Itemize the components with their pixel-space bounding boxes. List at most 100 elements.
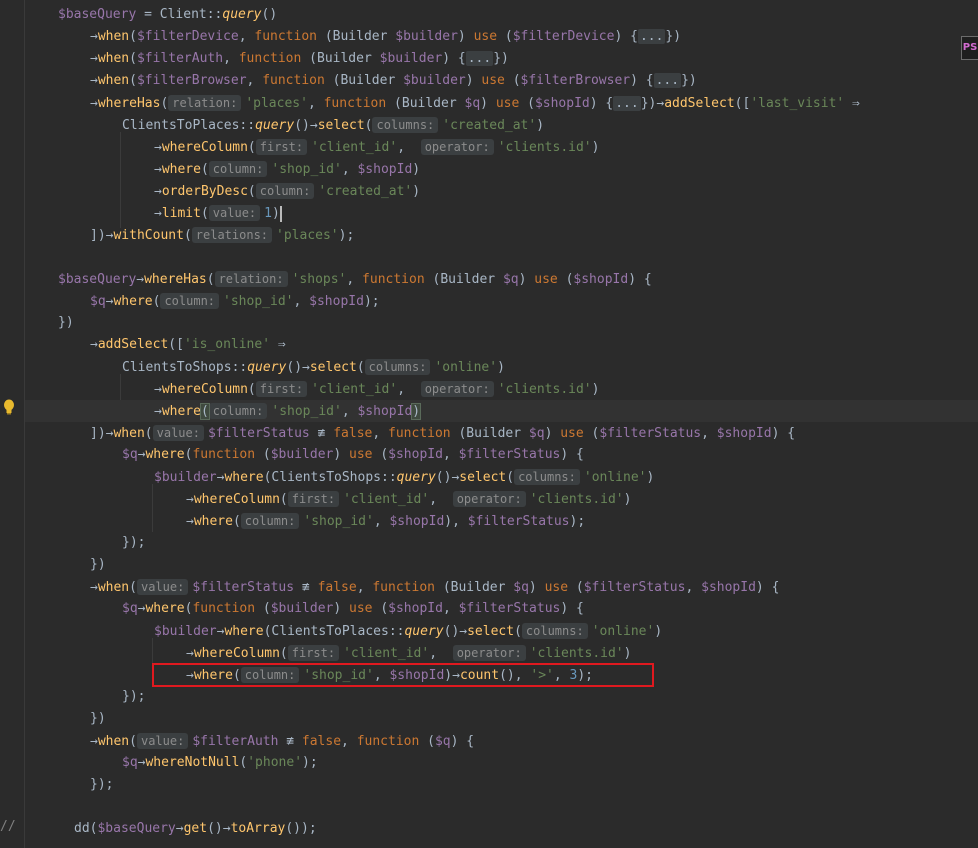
code-line[interactable]: →when($filterBrowser, function (Builder … [25, 70, 978, 92]
code-line[interactable]: $baseQuery = Client::query() [25, 4, 978, 26]
code-line[interactable]: →whereColumn(first:'client_id', operator… [25, 642, 978, 664]
code-line[interactable]: ])→when(value: $filterStatus ≢ false, fun… [25, 422, 978, 444]
code-line[interactable]: }); [25, 686, 978, 708]
code-line[interactable]: →when($filterDevice, function (Builder $… [25, 26, 978, 48]
code-token: $filterStatus [599, 426, 702, 441]
code-token: → [186, 492, 194, 507]
code-token: , [341, 162, 358, 177]
code-token: → [154, 140, 162, 155]
code-token: where [145, 447, 185, 462]
code-line[interactable]: $q→where(function ($builder) use ($shopI… [25, 598, 978, 620]
code-line[interactable]: ClientsToPlaces::query()→select(columns:… [25, 114, 978, 136]
code-token: ClientsToPlaces:: [122, 118, 256, 133]
code-token: (ClientsToPlaces:: [263, 624, 405, 639]
code-token: 'client_id' [343, 492, 430, 507]
code-token: 'clients.id' [529, 492, 624, 507]
code-token: ) [412, 162, 421, 177]
code-line[interactable]: $q→where(function ($builder) use ($shopI… [25, 444, 978, 466]
code-token: select [317, 118, 365, 133]
code-token: ); [338, 228, 355, 243]
code-token: ); [302, 755, 318, 770]
code-token: ( [232, 514, 241, 529]
folded-code[interactable]: ... [465, 51, 494, 66]
code-token: ) [623, 492, 632, 507]
code-token: 'created_at' [442, 118, 537, 133]
code-line[interactable]: →whereHas (relation:'places', function (B… [25, 92, 978, 114]
code-line[interactable]: →whereColumn(first:'client_id', operator… [25, 488, 978, 510]
code-token: , [701, 426, 717, 441]
code-line[interactable]: →where(column:'shop_id', $shopId), $filt… [25, 510, 978, 532]
code-token: → [90, 73, 98, 88]
code-line[interactable]: }); [25, 774, 978, 796]
code-token: false [301, 734, 342, 749]
code-token: ) [480, 96, 496, 111]
code-line[interactable]: →when($filterAuth, function (Builder $bu… [25, 48, 978, 70]
folded-code[interactable]: ... [653, 73, 682, 88]
code-line[interactable]: →where(column:'shop_id', $shopId) [25, 158, 978, 180]
code-line-text: →when($filterAuth, function (Builder $bu… [90, 48, 509, 70]
code-line[interactable]: $builder→where(ClientsToPlaces::query()→… [25, 620, 978, 642]
code-line-text: $q→where(function ($builder) use ($shopI… [122, 444, 584, 466]
code-token: 'created_at' [318, 184, 413, 199]
code-line[interactable]: }); [25, 532, 978, 554]
code-token: → [186, 514, 194, 529]
parameter-hint: value: [136, 733, 189, 749]
code-line[interactable]: →when(value: $filterStatus ≢ false, funct… [25, 576, 978, 598]
code-token: ≢ [294, 580, 318, 595]
code-line-text: →where(column:'shop_id', $shopId), $filt… [186, 510, 585, 533]
code-token: ()→ [294, 118, 318, 133]
code-line[interactable]: →when(value: $filterAuth ≢ false, functio… [25, 730, 978, 752]
code-token: 'client_id' [311, 382, 398, 397]
code-token: ( [380, 447, 389, 462]
code-line[interactable]: →addSelect(['is_online' ⇒ [25, 334, 978, 356]
code-token: }) [681, 73, 697, 88]
code-token: $shopId [388, 447, 443, 462]
code-token: ( [129, 73, 137, 88]
code-line[interactable]: $baseQuery→whereHas(relation:'shops', fu… [25, 268, 978, 290]
code-token: function [323, 96, 395, 111]
code-line-text: dd($baseQuery→get()→toArray()); [74, 818, 317, 840]
parameter-hint: column: [255, 183, 315, 199]
code-line[interactable]: →whereColumn(first:'client_id', operator… [25, 378, 978, 400]
code-line[interactable]: →whereColumn(first:'client_id', operator… [25, 136, 978, 158]
code-token: () [261, 7, 278, 22]
code-token: $shopId [701, 580, 756, 595]
parameter-hint: value: [152, 425, 204, 441]
code-token: ) [271, 206, 280, 221]
code-line[interactable]: →orderByDesc(column:'created_at') [25, 180, 978, 202]
code-line[interactable]: ClientsToShops::query()→select(columns: '… [25, 356, 978, 378]
code-token: ( [356, 360, 365, 375]
code-line[interactable]: dd($baseQuery→get()→toArray()); [25, 818, 978, 840]
code-line[interactable]: ])→withCount(relations:'places'); [25, 224, 978, 246]
folded-code[interactable]: ... [613, 96, 641, 111]
code-line[interactable]: $q→whereNotNull('phone'); [25, 752, 978, 774]
code-token: ( [200, 162, 209, 177]
code-token: whereNotNull [145, 755, 240, 770]
code-editor[interactable]: $baseQuery = Client::query() →when($filte… [25, 0, 978, 848]
code-line[interactable]: }) [25, 708, 978, 730]
code-line[interactable] [25, 796, 978, 818]
code-token: 'shop_id' [303, 514, 374, 529]
lightbulb-icon[interactable] [3, 399, 15, 415]
code-line[interactable]: →limit(value: 1) [25, 202, 978, 224]
parameter-hint: operator: [452, 645, 526, 661]
folded-code[interactable]: ... [637, 29, 666, 44]
code-line[interactable]: }) [25, 312, 978, 334]
code-token: $builder [379, 51, 443, 66]
parameter-hint: operator: [452, 491, 526, 507]
code-token: $q [122, 447, 138, 462]
code-token: $shopId [573, 272, 629, 287]
code-line[interactable]: $q→where(column:'shop_id', $shopId); [25, 290, 978, 312]
code-line[interactable] [25, 246, 978, 268]
code-token: ( [279, 492, 288, 507]
code-line[interactable]: }) [25, 554, 978, 576]
code-token: ) [333, 601, 350, 616]
parameter-hint: relation: [168, 95, 242, 111]
code-line[interactable]: $builder→where(ClientsToShops::query()→s… [25, 466, 978, 488]
code-token: → [154, 184, 162, 199]
code-token: , [685, 580, 702, 595]
code-line[interactable]: →where(column:'shop_id', $shopId) [25, 400, 978, 422]
code-token: ) [646, 470, 655, 485]
code-token: ( [199, 403, 210, 420]
code-token: (Builder [309, 51, 380, 66]
